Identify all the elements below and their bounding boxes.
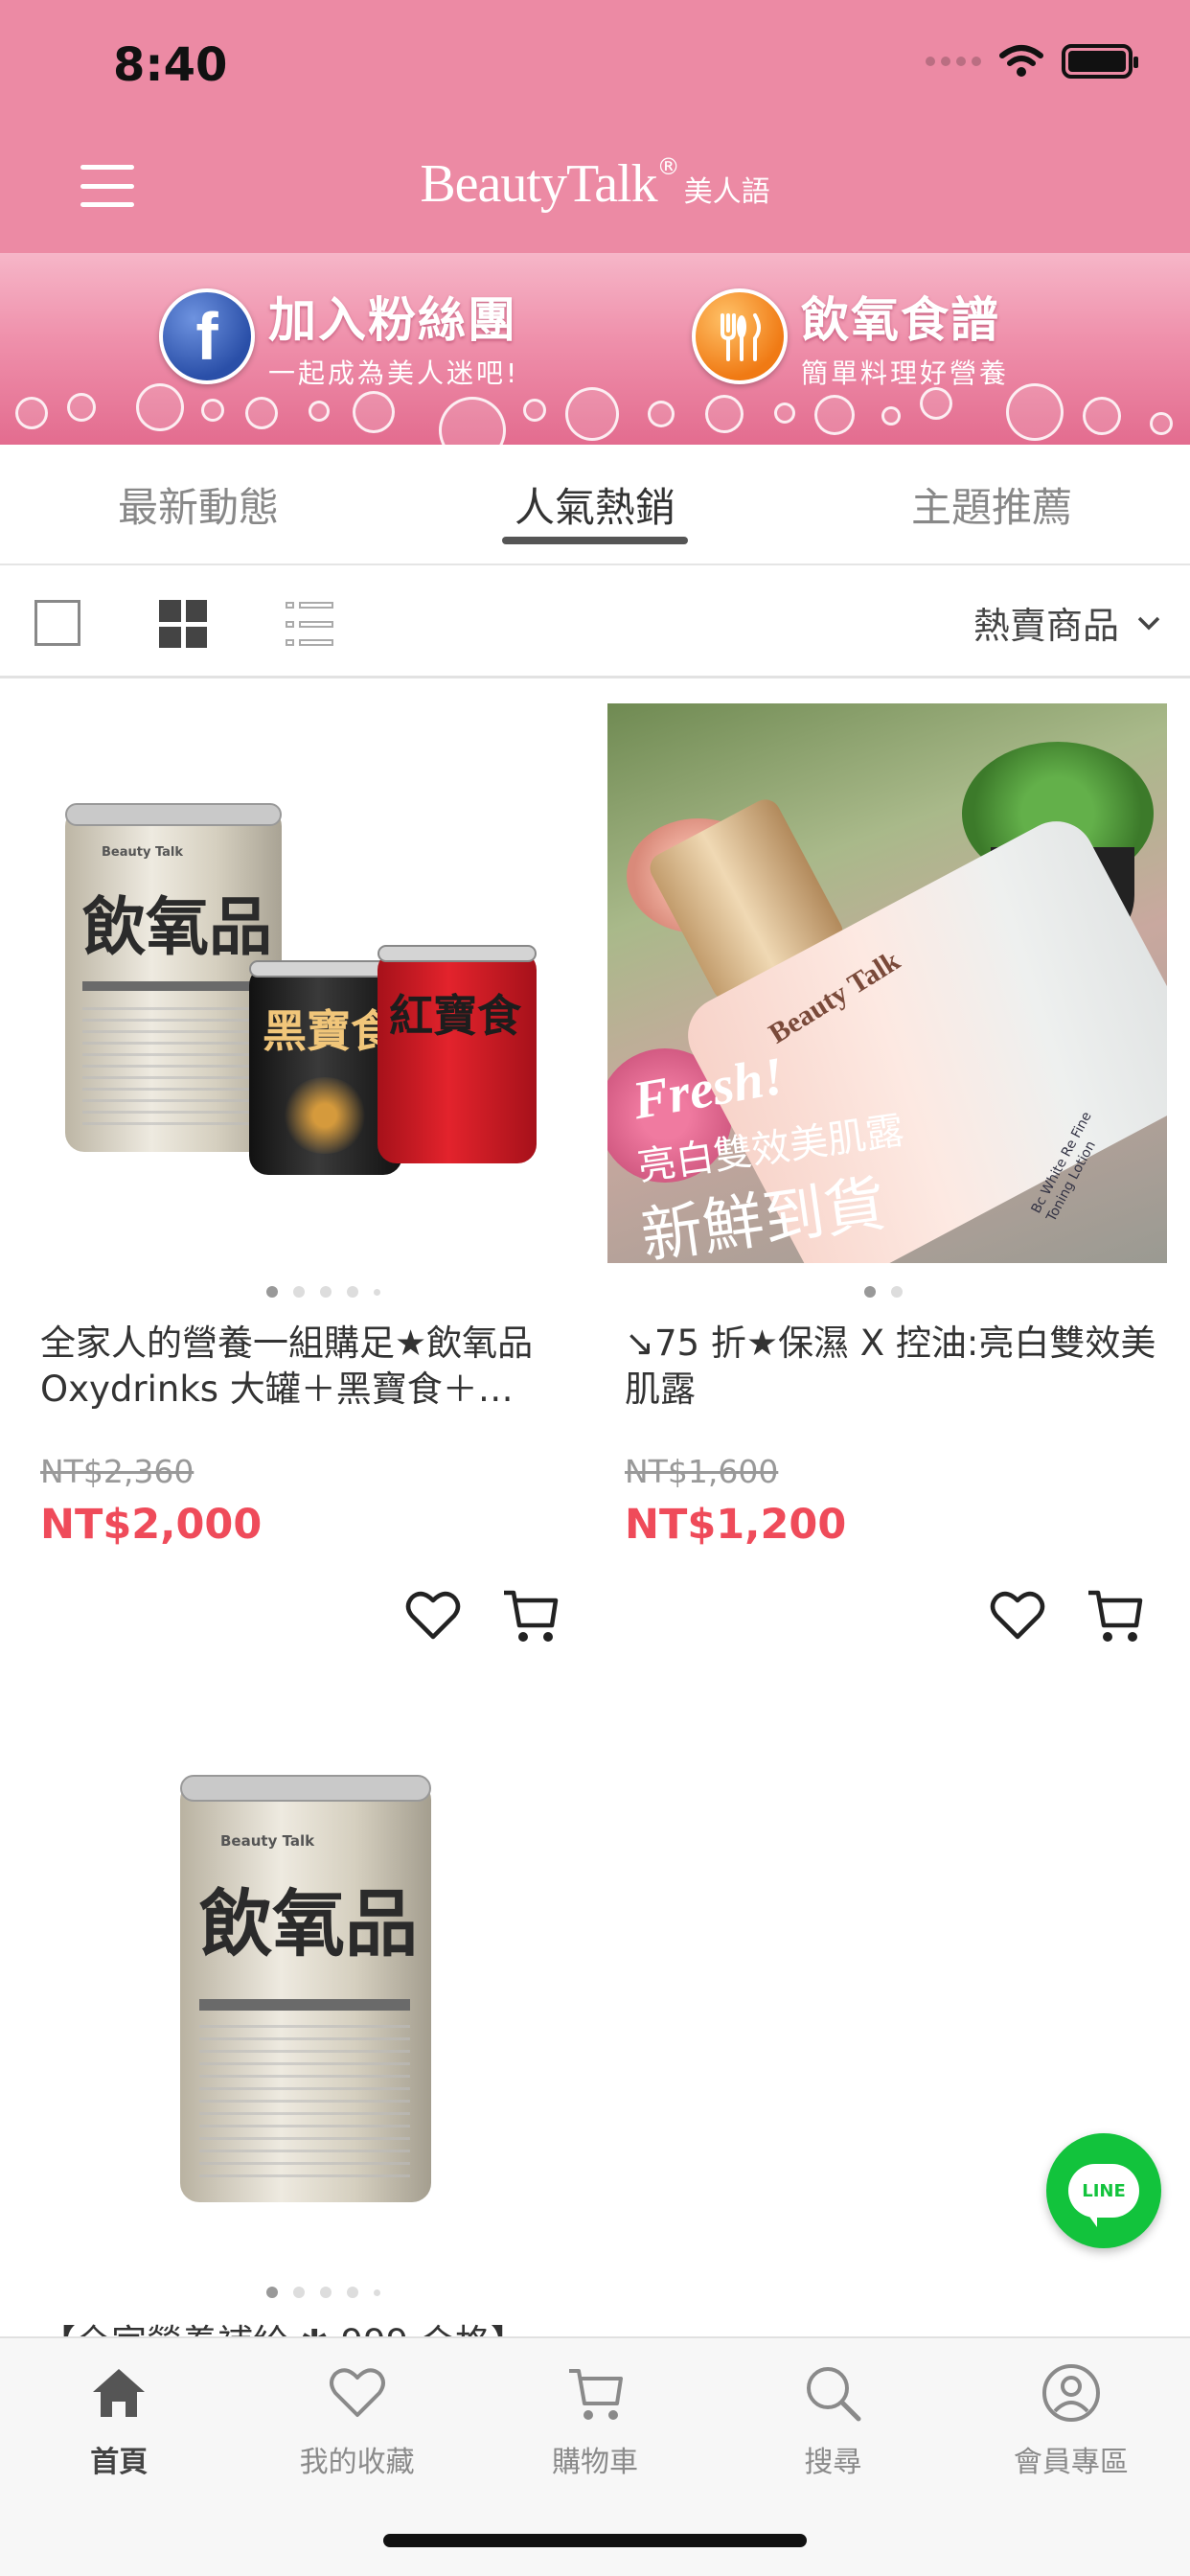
status-time: 8:40 <box>113 38 228 92</box>
original-price: NT$2,360 <box>40 1453 195 1490</box>
add-to-cart-button[interactable] <box>500 1585 561 1646</box>
user-icon <box>1041 2364 1100 2422</box>
original-price: NT$1,600 <box>625 1453 779 1490</box>
chevron-down-icon <box>1137 616 1160 630</box>
line-icon: LINE <box>1068 2164 1139 2227</box>
tab-popular[interactable]: 人氣熱銷 <box>397 445 793 564</box>
image-carousel-dots[interactable] <box>864 1286 903 1298</box>
app-header: 8:40 BeautyTalk®美人語 <box>0 0 1190 253</box>
cart-icon <box>569 2369 624 2420</box>
cart-icon <box>1088 1590 1143 1642</box>
facebook-icon: f <box>159 288 255 384</box>
nav-home[interactable]: 首頁 <box>0 2338 238 2576</box>
single-view-icon[interactable] <box>34 600 80 646</box>
tab-featured[interactable]: 主題推薦 <box>793 445 1190 564</box>
product-image[interactable]: Beauty Talk 飲氧品 <box>23 1721 583 2281</box>
sale-price: NT$2,000 <box>40 1501 263 1549</box>
promo-subtitle: 一起成為美人迷吧! <box>268 357 520 389</box>
fork-knife-icon <box>692 288 788 384</box>
favorite-button[interactable] <box>987 1585 1048 1646</box>
wifi-icon <box>999 45 1043 77</box>
tab-latest[interactable]: 最新動態 <box>0 445 397 564</box>
sale-price: NT$1,200 <box>625 1501 847 1549</box>
grid-view-icon[interactable] <box>159 600 207 648</box>
cellular-signal-icon <box>926 57 981 66</box>
add-to-cart-button[interactable] <box>1085 1585 1146 1646</box>
recipe-promo[interactable]: 飲氧食譜 簡單料理好營養 <box>692 282 1009 391</box>
product-name[interactable]: ↘75 折★保濕 X 控油:亮白雙效美肌露 <box>625 1321 1161 1413</box>
product-name[interactable]: 全家人的營養一組購足★飲氧品 Oxydrinks 大罐＋黑寶食＋… <box>40 1321 577 1413</box>
heart-icon <box>405 1591 461 1640</box>
image-carousel-dots[interactable] <box>266 2287 380 2298</box>
product-image[interactable]: Beauty Talk 飲氧品 黑寶食 紅寶食 <box>23 703 583 1263</box>
list-view-icon[interactable] <box>286 602 333 646</box>
home-indicator <box>383 2534 807 2547</box>
status-indicators <box>926 44 1138 79</box>
image-carousel-dots[interactable] <box>266 1286 380 1298</box>
promo-title: 加入粉絲團 <box>268 292 517 348</box>
promo-title: 飲氧食譜 <box>801 292 1000 348</box>
sort-label: 熱賣商品 <box>973 605 1119 647</box>
sort-dropdown[interactable]: 熱賣商品 <box>973 596 1161 649</box>
search-icon <box>807 2367 861 2422</box>
cart-icon <box>504 1590 559 1642</box>
line-chat-button[interactable]: LINE <box>1046 2133 1161 2248</box>
promo-subtitle: 簡單料理好營養 <box>801 357 1010 389</box>
nav-label: 搜尋 <box>804 2446 862 2479</box>
nav-label: 首頁 <box>90 2446 149 2479</box>
favorite-button[interactable] <box>402 1585 464 1646</box>
brand-logo: BeautyTalk®美人語 <box>420 153 770 214</box>
nav-label: 我的收藏 <box>299 2446 415 2479</box>
facebook-fan-promo[interactable]: f 加入粉絲團 一起成為美人迷吧! <box>159 282 519 391</box>
home-icon <box>93 2369 146 2417</box>
category-tabs: 最新動態 人氣熱銷 主題推薦 <box>0 445 1190 565</box>
nav-member[interactable]: 會員專區 <box>952 2338 1190 2576</box>
heart-icon <box>329 2368 385 2417</box>
promo-banner: f 加入粉絲團 一起成為美人迷吧! 飲氧食譜 簡單料理好營養 <box>0 253 1190 445</box>
nav-label: 會員專區 <box>1013 2446 1129 2479</box>
product-image[interactable]: Beauty Talk Bc White Re Fine Toning Loti… <box>607 703 1167 1263</box>
nav-label: 購物車 <box>552 2446 639 2479</box>
battery-icon <box>1062 44 1138 79</box>
view-toolbar: 熱賣商品 <box>0 565 1190 678</box>
heart-icon <box>990 1591 1045 1640</box>
